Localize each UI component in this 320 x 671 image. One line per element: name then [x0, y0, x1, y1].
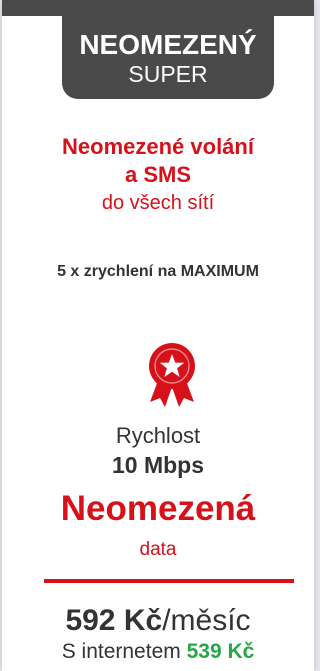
award-ribbon-star-icon [149, 343, 195, 407]
price-divider [44, 579, 294, 583]
tariff-header-tab: NEOMEZENÝ SUPER [62, 0, 274, 99]
speedup-feature: 5 x zrychlení na MAXIMUM [57, 263, 259, 280]
tariff-name: NEOMEZENÝ [79, 29, 257, 60]
calls-feature: Neomezené volání a SMS do všech sítí [2, 133, 314, 217]
internet-price-amount: 539 Kč [186, 640, 255, 663]
calls-line-1: Neomezené volání [62, 134, 254, 159]
internet-price: S internetem 539 Kč [2, 639, 314, 665]
tariff-tier: SUPER [128, 61, 208, 87]
data-amount: Neomezená [60, 489, 256, 528]
price-amount: 592 Kč [65, 604, 163, 637]
tariff-card[interactable]: NEOMEZENÝ SUPER Neomezené volání a SMS d… [2, 0, 314, 671]
data-label: data [139, 539, 177, 560]
monthly-price: 592 Kč/měsíc [2, 604, 314, 638]
internet-price-prefix: S internetem [61, 640, 181, 663]
speed-value: 10 Mbps [111, 452, 205, 478]
speed-label: Rychlost [115, 423, 201, 448]
calls-line-2: a SMS [124, 162, 192, 187]
price-period: /měsíc [162, 604, 251, 637]
calls-line-3: do všech sítí [101, 192, 215, 214]
